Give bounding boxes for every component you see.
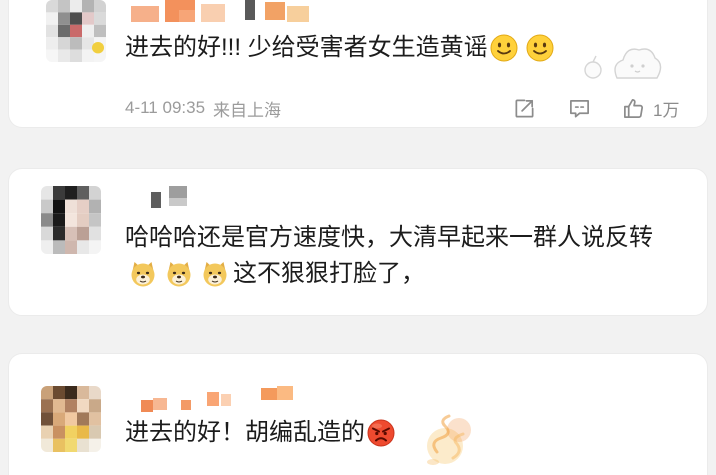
comment-card[interactable]: 哈哈哈还是官方速度快，大清早起来一群人说反转 这不狠狠打脸了， [8, 168, 708, 316]
share-button[interactable] [513, 96, 536, 120]
comment-list: 进去的好!!! 少给受害者女生造黄谣 4-11 09:35 来自上海 1万 哈哈… [0, 0, 716, 475]
doge-emoji-icon [165, 260, 193, 288]
timestamp: 4-11 09:35 [125, 98, 206, 117]
doge-emoji-icon [129, 260, 157, 288]
comment-content-continued: 这不狠狠打脸了， [125, 257, 425, 291]
comment-card[interactable]: 进去的好！胡编乱造的 [8, 353, 708, 475]
doge-emoji-icon [201, 260, 229, 288]
comment-text: 哈哈哈还是官方速度快，大清早起来一群人说反转 [125, 224, 653, 251]
share-icon[interactable] [513, 97, 536, 120]
username[interactable] [131, 0, 309, 22]
thumbs-up-icon[interactable] [622, 97, 645, 120]
comment-button[interactable] [568, 96, 591, 120]
username[interactable] [141, 386, 293, 412]
avatar[interactable] [41, 386, 101, 452]
smile-emoji-icon [490, 34, 518, 62]
comment-text: 这不狠狠打脸了， [233, 260, 425, 287]
username[interactable] [151, 186, 191, 208]
post-location: 来自上海 [213, 100, 282, 120]
comment-icon[interactable] [568, 97, 591, 120]
avatar[interactable] [46, 0, 106, 62]
comment-card[interactable]: 进去的好!!! 少给受害者女生造黄谣 4-11 09:35 来自上海 1万 [8, 0, 708, 128]
comment-content: 进去的好！胡编乱造的 [125, 416, 395, 450]
comment-meta: 4-11 09:35 来自上海 [125, 96, 281, 120]
comment-content: 哈哈哈还是官方速度快，大清早起来一群人说反转 [125, 221, 653, 255]
angry-emoji-icon [367, 419, 395, 447]
like-count[interactable]: 1万 [653, 96, 679, 121]
cloud-sticker-icon [577, 38, 663, 84]
smile-emoji-icon [526, 34, 554, 62]
comment-text: 进去的好！胡编乱造的 [125, 419, 365, 446]
comment-text: 进去的好!!! 少给受害者女生造黄谣 [125, 34, 488, 61]
like-button[interactable]: 1万 [622, 96, 679, 120]
orange-sticker-icon [423, 408, 477, 470]
avatar[interactable] [41, 186, 101, 254]
comment-content: 进去的好!!! 少给受害者女生造黄谣 [125, 31, 554, 65]
